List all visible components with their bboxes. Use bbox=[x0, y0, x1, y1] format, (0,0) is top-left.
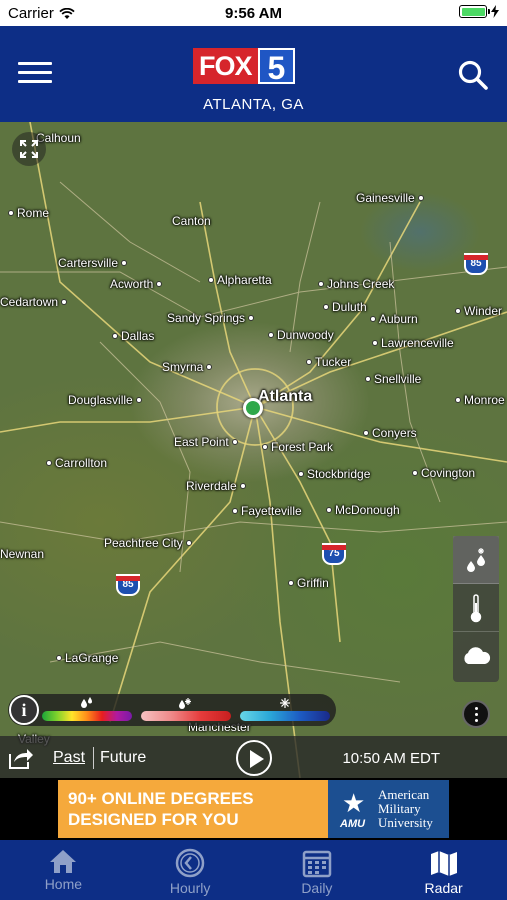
map-icon bbox=[430, 851, 457, 876]
city-label: Covington bbox=[412, 466, 475, 480]
city-label: Cedartown bbox=[0, 295, 68, 309]
home-icon bbox=[50, 850, 77, 873]
city-label: Lawrenceville bbox=[372, 336, 454, 350]
layer-selector bbox=[453, 536, 499, 682]
ad-headline[interactable]: 90+ ONLINE DEGREES DESIGNED FOR YOU bbox=[58, 780, 328, 838]
status-bar: Carrier 9:56 AM bbox=[0, 0, 507, 26]
past-toggle[interactable]: Past bbox=[53, 749, 85, 767]
menu-button[interactable] bbox=[18, 62, 52, 86]
city-label: Riverdale bbox=[186, 479, 246, 493]
thermometer-icon bbox=[470, 593, 482, 622]
info-button[interactable]: i bbox=[9, 695, 39, 725]
city-label: Canton bbox=[172, 214, 211, 228]
ad-brand[interactable]: ★ AMU American Military University bbox=[328, 780, 449, 838]
temperature-layer-button[interactable] bbox=[453, 584, 499, 632]
cloud-icon bbox=[464, 647, 491, 664]
expand-icon bbox=[20, 140, 38, 158]
clouds-layer-button[interactable] bbox=[453, 632, 499, 680]
city-label: Newnan bbox=[0, 547, 45, 561]
mix-icon bbox=[179, 698, 191, 709]
calendar-icon bbox=[302, 850, 332, 878]
play-button[interactable] bbox=[236, 740, 272, 776]
city-label: Tucker bbox=[306, 355, 351, 369]
city-label: Auburn bbox=[370, 312, 418, 326]
app-header: FOX 5 ATLANTA, GA bbox=[0, 26, 507, 122]
tab-hourly[interactable]: Hourly bbox=[127, 840, 254, 900]
city-label: McDonough bbox=[326, 503, 400, 517]
city-label: Fayetteville bbox=[232, 504, 302, 518]
fox5-logo: FOX 5 bbox=[193, 48, 315, 86]
interstate-shield: 85 bbox=[464, 253, 488, 275]
timeline-bar: Past Future 10:50 AM EDT bbox=[0, 736, 507, 778]
map-roads bbox=[0, 122, 507, 778]
interstate-shield: 85 bbox=[116, 574, 140, 596]
city-label: Snellville bbox=[365, 372, 421, 386]
city-label: Monroe bbox=[455, 393, 505, 407]
logo-fox: FOX bbox=[193, 48, 258, 84]
share-button[interactable] bbox=[8, 746, 34, 770]
city-label: Gainesville bbox=[356, 191, 424, 205]
city-label: Carrollton bbox=[46, 456, 107, 470]
logo-number: 5 bbox=[257, 48, 296, 86]
star-icon: ★ bbox=[342, 788, 366, 818]
city-label: Forest Park bbox=[262, 440, 333, 454]
precipitation-layer-button[interactable] bbox=[453, 536, 499, 584]
city-label: Acworth bbox=[110, 277, 163, 291]
city-label: LaGrange bbox=[56, 651, 118, 665]
city-label: Conyers bbox=[363, 426, 417, 440]
radar-map[interactable]: Calhoun Rome Canton Cartersville Acworth… bbox=[0, 122, 507, 778]
toggle-divider bbox=[93, 747, 94, 769]
city-label: Alpharetta bbox=[208, 273, 272, 287]
city-label: Douglasville bbox=[68, 393, 142, 407]
battery-icon bbox=[459, 5, 490, 18]
search-button[interactable] bbox=[457, 59, 489, 91]
search-icon bbox=[458, 60, 488, 90]
clock-icon bbox=[175, 848, 205, 878]
city-label: Dunwoody bbox=[268, 328, 334, 342]
city-label: Cartersville bbox=[58, 256, 128, 270]
mix-color-ramp bbox=[141, 711, 231, 721]
fullscreen-button[interactable] bbox=[12, 132, 46, 166]
tab-home[interactable]: Home bbox=[0, 840, 127, 900]
city-label: Rome bbox=[8, 206, 49, 220]
radar-legend: i bbox=[8, 694, 336, 726]
status-time: 9:56 AM bbox=[225, 5, 282, 22]
snowflake-icon bbox=[280, 698, 290, 708]
city-label: Stockbridge bbox=[298, 467, 370, 481]
snow-color-ramp bbox=[240, 711, 330, 721]
location-label: ATLANTA, GA bbox=[203, 96, 304, 113]
ad-brand-short: AMU bbox=[340, 818, 366, 830]
city-label: Smyrna bbox=[162, 360, 213, 374]
tab-bar: Home Hourly Daily Radar bbox=[0, 840, 507, 900]
more-options-button[interactable] bbox=[462, 700, 490, 728]
city-label: Winder bbox=[455, 304, 502, 318]
tab-daily[interactable]: Daily bbox=[254, 840, 381, 900]
ad-headline-line-2: DESIGNED FOR YOU bbox=[68, 810, 239, 829]
status-right bbox=[459, 5, 499, 18]
ad-banner: 90+ ONLINE DEGREES DESIGNED FOR YOU ★ AM… bbox=[0, 778, 507, 840]
menu-icon bbox=[18, 62, 52, 65]
city-label: Johns Creek bbox=[318, 277, 394, 291]
current-location-pin bbox=[243, 398, 263, 418]
charging-bolt-icon bbox=[491, 5, 499, 18]
ad-brand-name: American Military University bbox=[378, 787, 433, 830]
city-label-atlanta: Atlanta bbox=[258, 388, 313, 405]
radar-timestamp: 10:50 AM EDT bbox=[342, 750, 440, 767]
city-label: Sandy Springs bbox=[167, 311, 255, 325]
city-label: Dallas bbox=[112, 329, 154, 343]
city-label: Peachtree City bbox=[104, 536, 192, 550]
rain-color-ramp bbox=[42, 711, 132, 721]
tab-radar[interactable]: Radar bbox=[380, 840, 507, 900]
ad-headline-line-1: 90+ ONLINE DEGREES bbox=[68, 789, 254, 808]
share-icon bbox=[9, 749, 33, 769]
city-label: Griffin bbox=[288, 576, 329, 590]
future-toggle[interactable]: Future bbox=[100, 749, 146, 767]
interstate-shield: 75 bbox=[322, 543, 346, 565]
rain-icon bbox=[81, 697, 92, 708]
city-label: East Point bbox=[174, 435, 238, 449]
rain-snow-icon bbox=[467, 547, 485, 572]
city-label: Duluth bbox=[323, 300, 367, 314]
